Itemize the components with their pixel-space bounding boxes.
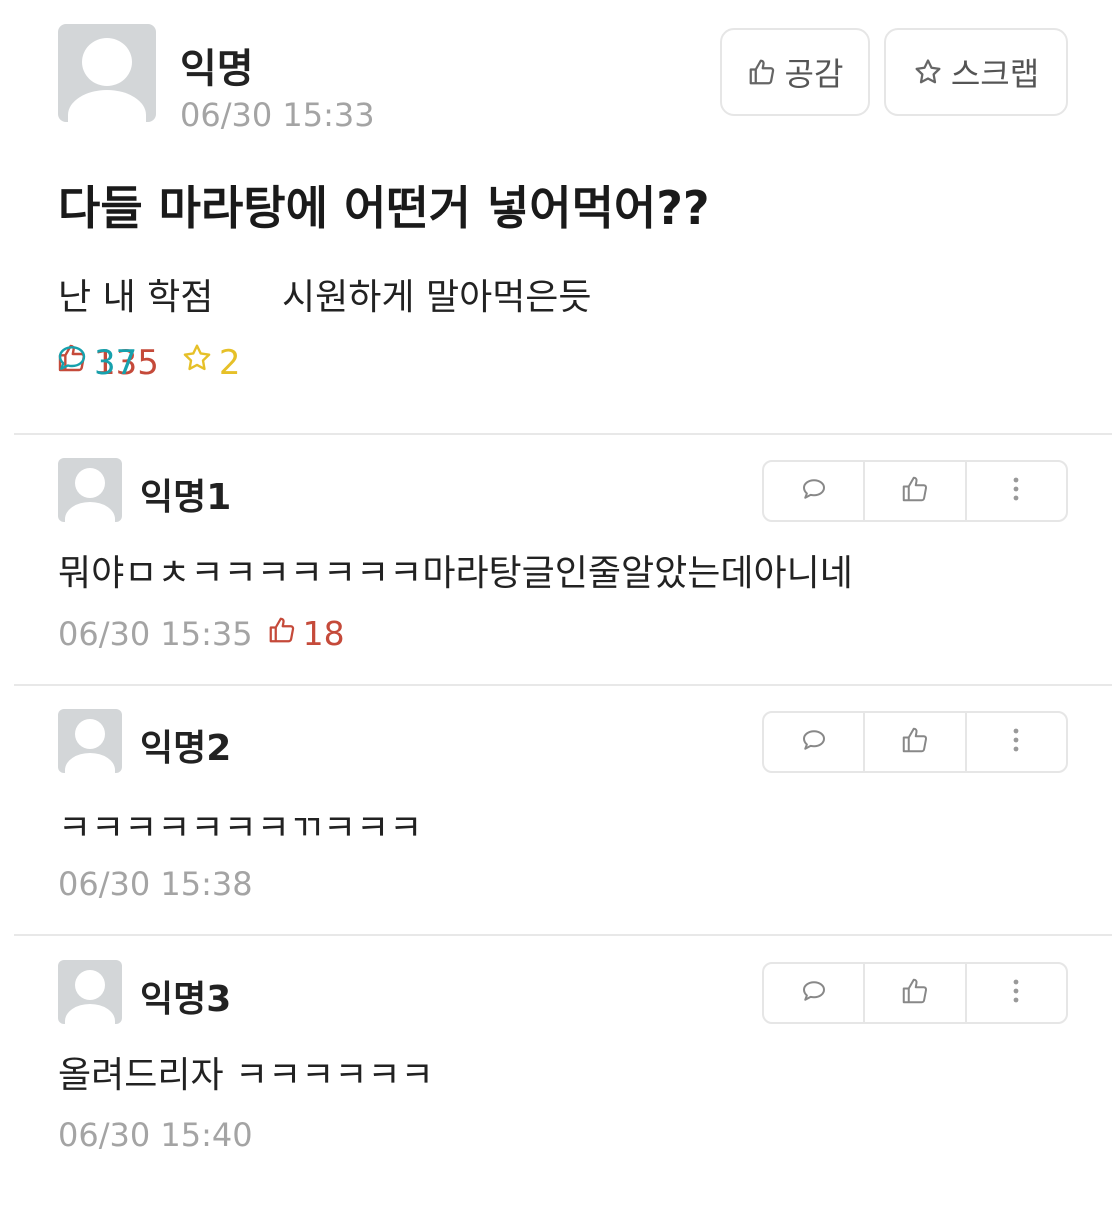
more-options-button[interactable] xyxy=(967,964,1066,1022)
comment-meta: 06/30 15:40 xyxy=(58,1116,253,1154)
comment-avatar xyxy=(58,960,122,1024)
comment-count: 37 xyxy=(56,238,1120,488)
comment-timestamp: 06/30 15:35 xyxy=(58,614,253,653)
comment-item: 익명2 ㅋㅋㅋㅋㅋㅋㅋㄲㅋㅋㅋ 06/30 15:38 xyxy=(0,709,1120,959)
divider xyxy=(14,433,1112,435)
more-vertical-icon xyxy=(1011,474,1021,508)
comment-meta: 06/30 15:35 18 xyxy=(58,614,345,653)
speech-bubble-icon xyxy=(799,976,829,1010)
comment-meta: 06/30 15:38 xyxy=(58,865,253,903)
comment-text: ㅋㅋㅋㅋㅋㅋㅋㄲㅋㅋㅋ xyxy=(58,808,423,849)
comment-actions xyxy=(762,460,1068,522)
more-options-button[interactable] xyxy=(967,462,1066,520)
speech-bubble-icon xyxy=(56,342,88,383)
more-options-button[interactable] xyxy=(967,713,1066,771)
comment-like-button[interactable] xyxy=(865,713,967,771)
comment-like-button[interactable] xyxy=(865,462,967,520)
comment-item: 익명1 뭐야ㅁㅊㅋㅋㅋㅋㅋㅋㅋ마라탕글인줄알았는데아니네 06/30 15:35… xyxy=(0,458,1120,708)
post-timestamp: 06/30 15:33 xyxy=(180,96,375,134)
author-name: 익명 xyxy=(180,46,254,92)
divider xyxy=(14,934,1112,936)
comment-timestamp: 06/30 15:40 xyxy=(58,1116,253,1154)
speech-bubble-icon xyxy=(799,474,829,508)
comment-like-button[interactable] xyxy=(865,964,967,1022)
comment-item: 익명3 올려드리자 ㅋㅋㅋㅋㅋㅋ 06/30 15:40 xyxy=(0,960,1120,1210)
more-vertical-icon xyxy=(1011,725,1021,759)
speech-bubble-icon xyxy=(799,725,829,759)
thumbs-up-icon xyxy=(900,725,930,759)
scrap-label: 스크랩 xyxy=(950,55,1040,93)
thumbs-up-icon xyxy=(747,57,777,87)
comment-timestamp: 06/30 15:38 xyxy=(58,865,253,903)
post: 익명 06/30 15:33 공감 스크랩 다들 마라탕에 어떤거 넣어먹어??… xyxy=(0,0,1120,430)
reply-button[interactable] xyxy=(764,462,866,520)
comment-actions xyxy=(762,962,1068,1024)
comment-like-count: 18 xyxy=(267,614,345,653)
thumbs-up-icon xyxy=(900,474,930,508)
star-icon xyxy=(913,57,943,87)
more-vertical-icon xyxy=(1011,976,1021,1010)
reply-button[interactable] xyxy=(764,964,866,1022)
divider xyxy=(14,684,1112,686)
thumbs-up-icon xyxy=(900,976,930,1010)
thumbs-up-icon xyxy=(267,614,297,653)
scrap-button[interactable]: 스크랩 xyxy=(884,28,1068,116)
comment-author: 익명3 xyxy=(140,979,232,1020)
author-avatar xyxy=(58,24,156,122)
comment-author: 익명2 xyxy=(140,728,232,769)
comment-avatar xyxy=(58,709,122,773)
comment-text: 올려드리자 ㅋㅋㅋㅋㅋㅋ xyxy=(58,1055,434,1096)
comment-author: 익명1 xyxy=(140,477,232,518)
reply-button[interactable] xyxy=(764,713,866,771)
comment-avatar xyxy=(58,458,122,522)
empathy-label: 공감 xyxy=(784,55,844,93)
post-stats: 135 37 2 xyxy=(56,342,263,383)
post-title: 다들 마라탕에 어떤거 넣어먹어?? xyxy=(58,181,710,235)
comment-text: 뭐야ㅁㅊㅋㅋㅋㅋㅋㅋㅋ마라탕글인줄알았는데아니네 xyxy=(58,553,853,594)
empathy-button[interactable]: 공감 xyxy=(720,28,870,116)
comment-actions xyxy=(762,711,1068,773)
